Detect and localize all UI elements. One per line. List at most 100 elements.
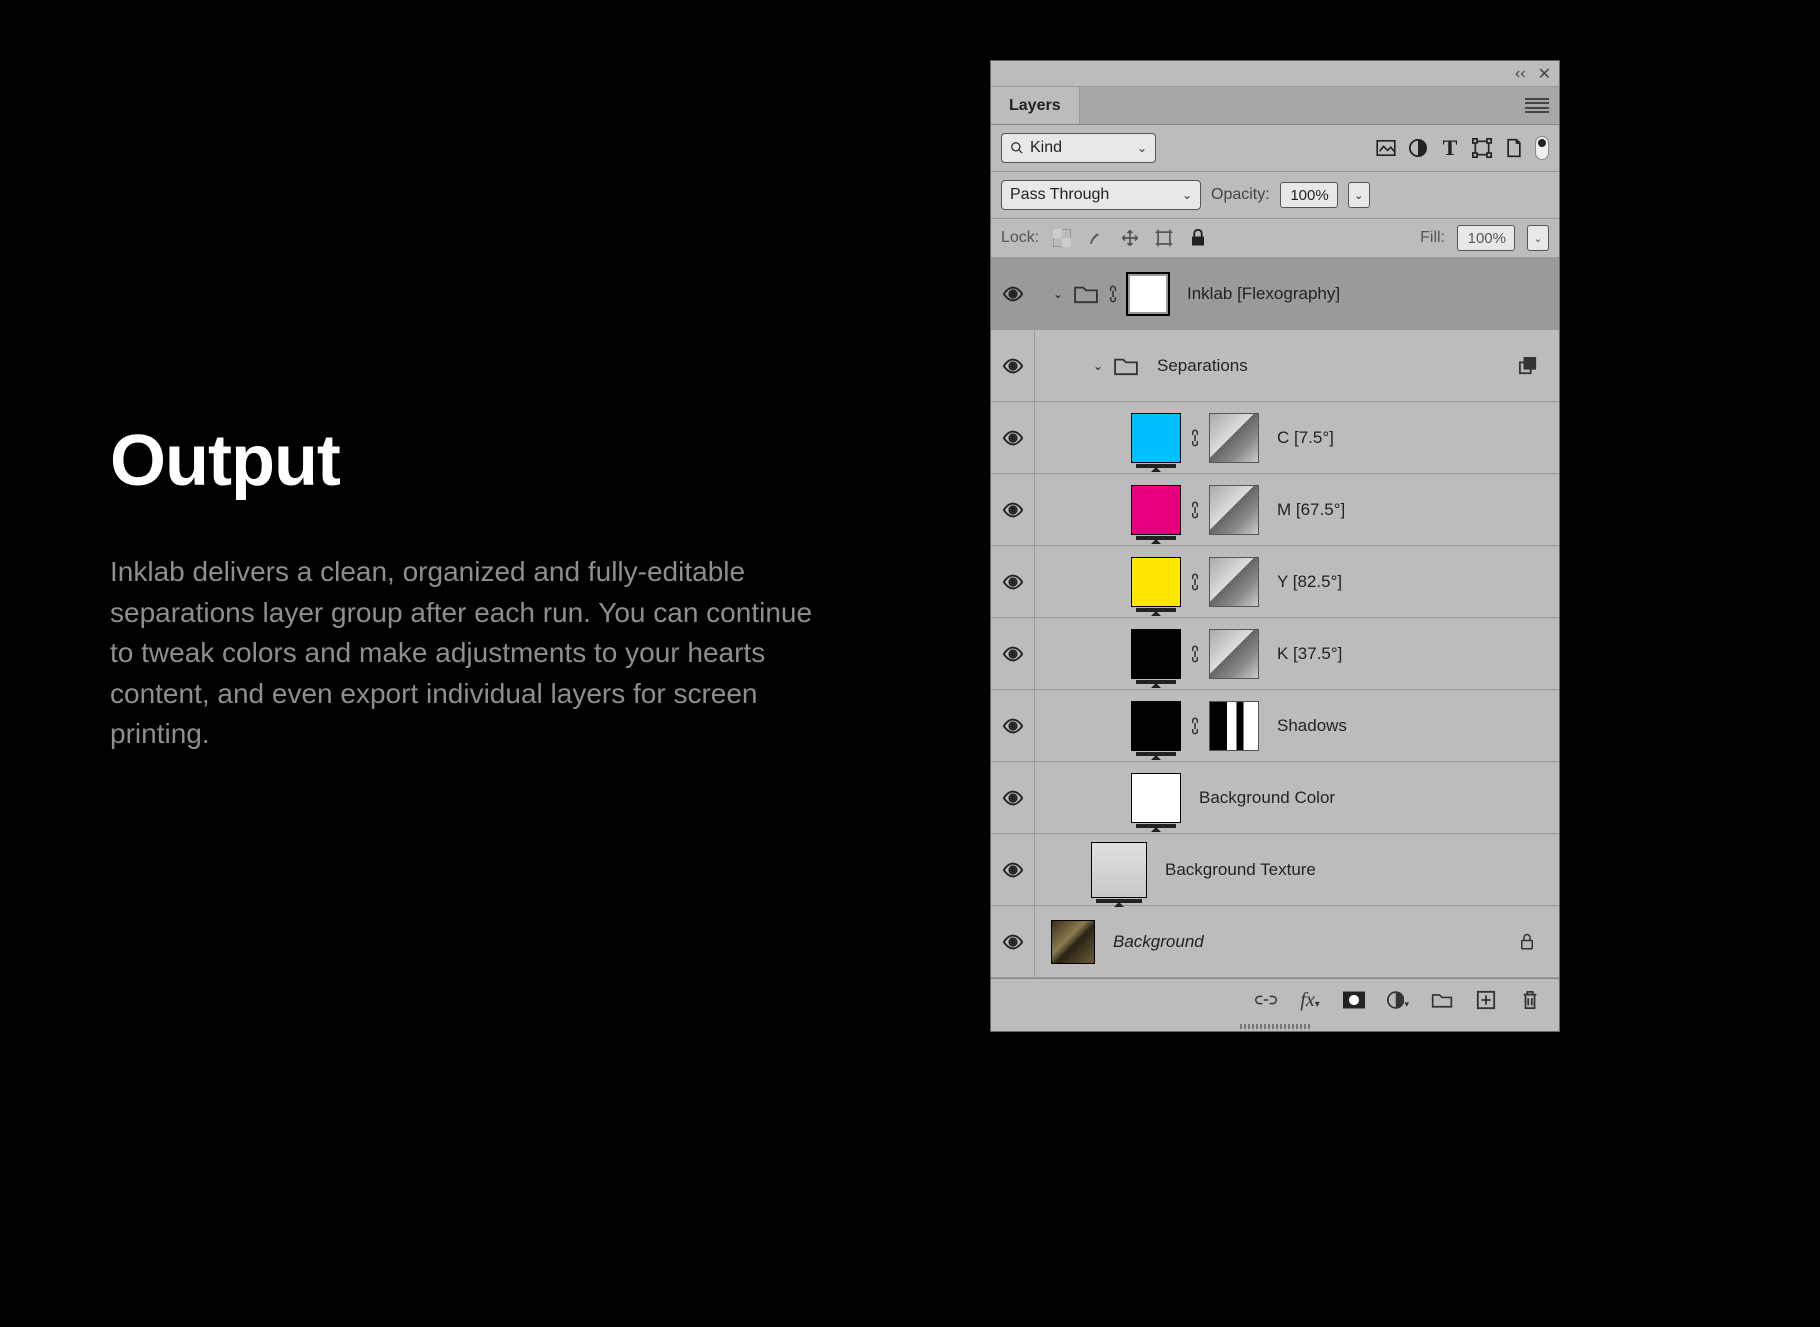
fill-stepper[interactable]: ⌄ bbox=[1527, 225, 1549, 251]
visibility-toggle[interactable] bbox=[991, 402, 1035, 473]
close-icon[interactable]: ✕ bbox=[1538, 64, 1551, 84]
link-icon bbox=[1189, 500, 1201, 520]
visibility-toggle[interactable] bbox=[991, 474, 1035, 545]
layer-content: Background bbox=[1041, 920, 1513, 964]
layer-thumbnail bbox=[1091, 842, 1147, 898]
layer-mask-thumbnail bbox=[1209, 629, 1259, 679]
filter-toggle[interactable] bbox=[1535, 136, 1549, 160]
layer-row[interactable]: Shadows bbox=[991, 690, 1559, 762]
marketing-title: Output bbox=[110, 420, 830, 502]
collapse-icon[interactable]: ‹‹ bbox=[1515, 65, 1526, 83]
layer-content: Background Texture bbox=[1041, 842, 1547, 898]
fill-input[interactable]: 100% bbox=[1457, 225, 1515, 251]
folder-icon bbox=[1113, 356, 1139, 376]
layer-row[interactable]: ⌄ Inklab [Flexography] bbox=[991, 258, 1559, 330]
layer-name: Separations bbox=[1157, 356, 1513, 376]
disclosure-toggle[interactable]: ⌄ bbox=[1051, 287, 1065, 301]
folder-icon bbox=[1073, 284, 1099, 304]
visibility-toggle[interactable] bbox=[991, 546, 1035, 617]
lock-position-icon[interactable] bbox=[1119, 227, 1141, 249]
visibility-toggle[interactable] bbox=[991, 330, 1035, 401]
filter-smartobject-icon[interactable] bbox=[1503, 137, 1525, 159]
panel-menu-icon[interactable] bbox=[1525, 98, 1549, 114]
filter-shape-icon[interactable] bbox=[1471, 137, 1493, 159]
visibility-toggle[interactable] bbox=[991, 618, 1035, 689]
link-icon bbox=[1189, 644, 1201, 664]
lock-image-icon[interactable] bbox=[1085, 227, 1107, 249]
visibility-toggle[interactable] bbox=[991, 258, 1035, 329]
layer-mask-icon[interactable] bbox=[1343, 989, 1365, 1011]
layer-name: C [7.5°] bbox=[1277, 428, 1547, 448]
layer-row[interactable]: Y [82.5°] bbox=[991, 546, 1559, 618]
layer-name: Background Color bbox=[1199, 788, 1547, 808]
layer-name: Background bbox=[1113, 932, 1513, 952]
link-icon bbox=[1189, 716, 1201, 736]
fill-label: Fill: bbox=[1420, 229, 1445, 247]
layer-content: C [7.5°] bbox=[1041, 413, 1547, 463]
filter-kind-label: Kind bbox=[1030, 139, 1062, 157]
search-icon bbox=[1010, 141, 1024, 155]
layer-thumbnail bbox=[1131, 773, 1181, 823]
layer-row[interactable]: Background Color bbox=[991, 762, 1559, 834]
layer-mask-thumbnail bbox=[1209, 485, 1259, 535]
layer-name: Y [82.5°] bbox=[1277, 572, 1547, 592]
opacity-stepper[interactable]: ⌄ bbox=[1348, 182, 1370, 208]
visibility-toggle[interactable] bbox=[991, 762, 1035, 833]
layer-row[interactable]: M [67.5°] bbox=[991, 474, 1559, 546]
layer-name: Background Texture bbox=[1165, 860, 1547, 880]
filter-pixel-icon[interactable] bbox=[1375, 137, 1397, 159]
layer-style-icon[interactable]: fx▾ bbox=[1299, 989, 1321, 1011]
visibility-toggle[interactable] bbox=[991, 834, 1035, 905]
layers-bottom-toolbar: fx▾ ▾ bbox=[991, 978, 1559, 1021]
layers-list: ⌄ Inklab [Flexography] ⌄ Separations C [7.5°… bbox=[991, 258, 1559, 978]
layer-row[interactable]: K [37.5°] bbox=[991, 618, 1559, 690]
new-group-icon[interactable] bbox=[1431, 989, 1453, 1011]
opacity-input[interactable]: 100% bbox=[1280, 182, 1338, 208]
link-layers-icon[interactable] bbox=[1255, 989, 1277, 1011]
disclosure-toggle[interactable]: ⌄ bbox=[1091, 359, 1105, 373]
layer-row[interactable]: C [7.5°] bbox=[991, 402, 1559, 474]
layer-thumbnail bbox=[1131, 701, 1181, 751]
blend-row: Pass Through ⌄ Opacity: 100% ⌄ bbox=[991, 172, 1559, 219]
delete-layer-icon[interactable] bbox=[1519, 989, 1541, 1011]
layer-content: K [37.5°] bbox=[1041, 629, 1547, 679]
panel-resize-grip[interactable] bbox=[991, 1021, 1559, 1031]
layer-thumbnail bbox=[1131, 485, 1181, 535]
layer-content: Shadows bbox=[1041, 701, 1547, 751]
lock-indicator-icon[interactable] bbox=[1519, 933, 1547, 951]
layers-panel: ‹‹ ✕ Layers Kind ⌄ T Pass Through ⌄ Opac… bbox=[990, 60, 1560, 1032]
adjustment-layer-icon[interactable]: ▾ bbox=[1387, 989, 1409, 1011]
layer-content: M [67.5°] bbox=[1041, 485, 1547, 535]
visibility-toggle[interactable] bbox=[991, 690, 1035, 761]
filter-kind-dropdown[interactable]: Kind ⌄ bbox=[1001, 133, 1156, 163]
layer-mask-thumbnail bbox=[1209, 557, 1259, 607]
layer-thumbnail bbox=[1131, 629, 1181, 679]
filter-type-icon[interactable]: T bbox=[1439, 137, 1461, 159]
layer-content: Y [82.5°] bbox=[1041, 557, 1547, 607]
lock-label: Lock: bbox=[1001, 229, 1039, 247]
lock-artboard-icon[interactable] bbox=[1153, 227, 1175, 249]
opacity-label: Opacity: bbox=[1211, 186, 1270, 204]
layer-mask-thumbnail bbox=[1209, 701, 1259, 751]
blend-mode-value: Pass Through bbox=[1010, 186, 1109, 204]
layer-content: ⌄ Inklab [Flexography] bbox=[1041, 273, 1547, 315]
layer-thumbnail bbox=[1131, 557, 1181, 607]
layer-mask-thumbnail bbox=[1209, 413, 1259, 463]
blend-mode-dropdown[interactable]: Pass Through ⌄ bbox=[1001, 180, 1201, 210]
layer-row[interactable]: ⌄ Separations bbox=[991, 330, 1559, 402]
opacity-value: 100% bbox=[1290, 187, 1328, 204]
chevron-down-icon: ⌄ bbox=[1182, 188, 1192, 202]
layer-thumbnail bbox=[1127, 273, 1169, 315]
layer-name: Inklab [Flexography] bbox=[1187, 284, 1547, 304]
layer-content: Background Color bbox=[1041, 773, 1547, 823]
layer-content: ⌄ Separations bbox=[1041, 356, 1513, 376]
tab-layers[interactable]: Layers bbox=[991, 87, 1080, 124]
layer-row[interactable]: Background bbox=[991, 906, 1559, 978]
layer-name: Shadows bbox=[1277, 716, 1547, 736]
lock-all-icon[interactable] bbox=[1187, 227, 1209, 249]
layer-row[interactable]: Background Texture bbox=[991, 834, 1559, 906]
new-layer-icon[interactable] bbox=[1475, 989, 1497, 1011]
visibility-toggle[interactable] bbox=[991, 906, 1035, 977]
filter-adjustment-icon[interactable] bbox=[1407, 137, 1429, 159]
lock-transparency-icon[interactable] bbox=[1051, 227, 1073, 249]
